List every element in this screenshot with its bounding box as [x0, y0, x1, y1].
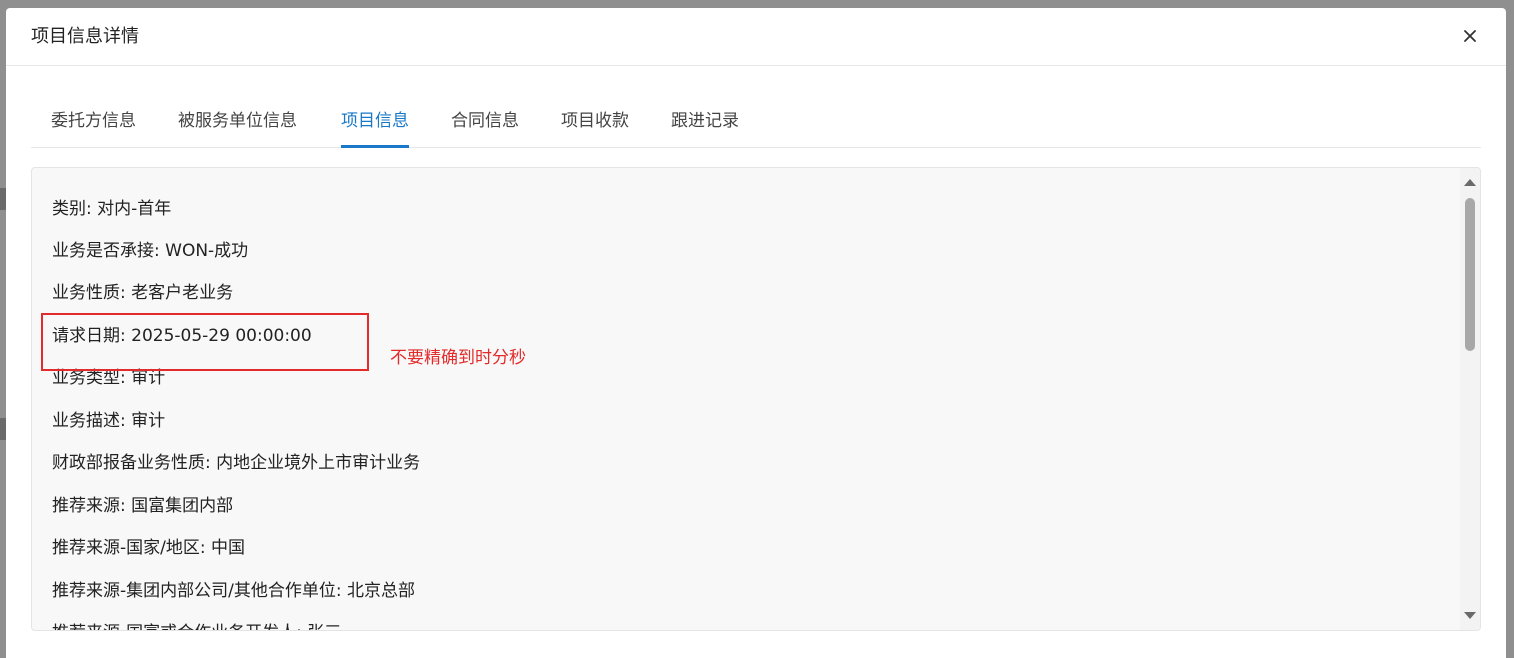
scrollbar-thumb[interactable]	[1465, 198, 1475, 351]
project-detail-modal: 项目信息详情 委托方信息 被服务单位信息 项目信息 合同信息 项目收款 跟进记录…	[6, 8, 1506, 658]
close-icon	[1464, 30, 1476, 42]
field-referral-developer: 推荐来源-国富或合作业务开发人: 张三	[52, 621, 341, 630]
tab-contract-info[interactable]: 合同信息	[451, 102, 519, 147]
tab-project-info[interactable]: 项目信息	[341, 102, 409, 148]
field-referral-source: 推荐来源: 国富集团内部	[52, 496, 234, 516]
tab-served-unit-info[interactable]: 被服务单位信息	[178, 102, 297, 147]
annotation-note: 不要精确到时分秒	[390, 348, 526, 368]
project-info-panel: 类别: 对内-首年 业务是否承接: WON-成功 业务性质: 老客户老业务 请求…	[31, 167, 1481, 631]
tab-follow-up-records[interactable]: 跟进记录	[671, 102, 739, 147]
close-button[interactable]	[1458, 24, 1482, 48]
scroll-up-icon[interactable]	[1464, 179, 1476, 186]
field-business-accepted: 业务是否承接: WON-成功	[52, 241, 249, 261]
field-mof-report-nature: 财政部报备业务性质: 内地企业境外上市审计业务	[52, 453, 421, 473]
field-referral-country: 推荐来源-国家/地区: 中国	[52, 538, 245, 558]
modal-header: 项目信息详情	[6, 8, 1506, 66]
annotation-highlight-box	[41, 313, 369, 371]
modal-title: 项目信息详情	[31, 26, 139, 47]
tab-project-payment[interactable]: 项目收款	[561, 102, 629, 147]
scroll-down-icon[interactable]	[1464, 612, 1476, 619]
field-category: 类别: 对内-首年	[52, 199, 172, 219]
field-business-description: 业务描述: 审计	[52, 411, 166, 431]
tab-bar: 委托方信息 被服务单位信息 项目信息 合同信息 项目收款 跟进记录	[31, 102, 1481, 148]
tab-client-info[interactable]: 委托方信息	[51, 102, 136, 147]
panel-scrollbar[interactable]	[1460, 168, 1480, 630]
field-referral-company: 推荐来源-集团内部公司/其他合作单位: 北京总部	[52, 581, 415, 601]
field-business-nature: 业务性质: 老客户老业务	[52, 283, 234, 303]
